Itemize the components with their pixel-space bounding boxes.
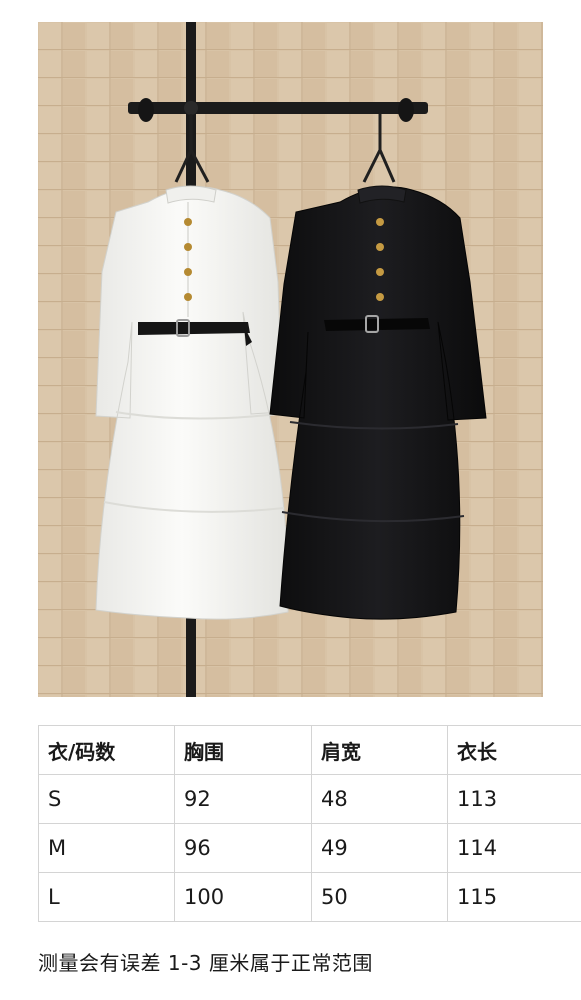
column-header-length: 衣长 <box>447 725 581 775</box>
table-row: L 100 50 115 <box>38 872 581 922</box>
size-chart-table: 衣/码数 胸围 肩宽 衣长 S 92 48 113 M 96 49 114 L … <box>38 725 581 922</box>
column-header-chest: 胸围 <box>174 725 312 775</box>
white-dress <box>95 185 289 620</box>
table-cell-size: M <box>38 823 175 873</box>
table-cell-shoulder: 50 <box>311 872 448 922</box>
measurement-note: 测量会有误差 1-3 厘米属于正常范围 <box>38 951 373 975</box>
table-cell-size: L <box>38 872 175 922</box>
table-cell-chest: 92 <box>174 774 312 824</box>
table-cell-length: 115 <box>447 872 581 922</box>
column-header-size: 衣/码数 <box>38 725 175 775</box>
table-row: M 96 49 114 <box>38 823 581 873</box>
column-header-shoulder: 肩宽 <box>311 725 448 775</box>
table-header-row: 衣/码数 胸围 肩宽 衣长 <box>38 725 581 775</box>
product-photo <box>38 22 543 697</box>
table-cell-size: S <box>38 774 175 824</box>
table-row: S 92 48 113 <box>38 774 581 824</box>
table-cell-shoulder: 49 <box>311 823 448 873</box>
table-cell-chest: 100 <box>174 872 312 922</box>
table-cell-length: 113 <box>447 774 581 824</box>
black-dress <box>269 185 487 620</box>
table-cell-length: 114 <box>447 823 581 873</box>
table-cell-shoulder: 48 <box>311 774 448 824</box>
table-cell-chest: 96 <box>174 823 312 873</box>
